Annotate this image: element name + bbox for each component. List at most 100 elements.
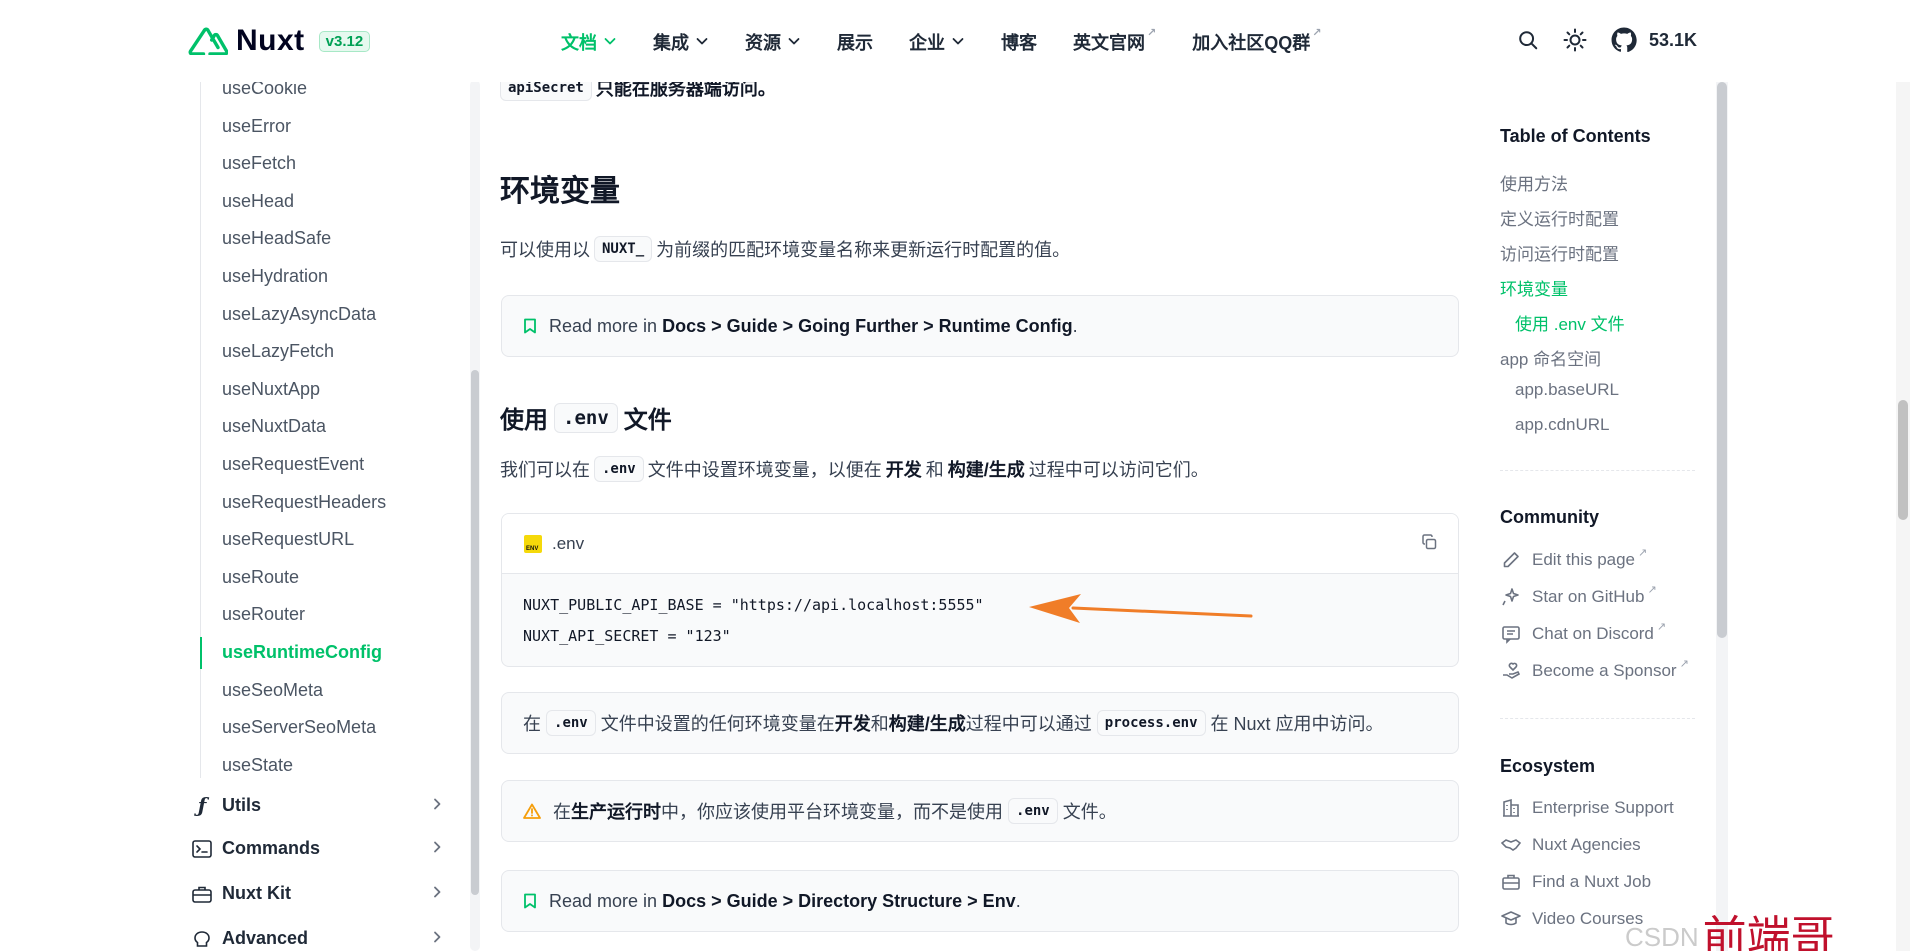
ecosystem-link-label: Enterprise Support [1532, 798, 1674, 817]
sidebar-group-nuxt-kit[interactable]: Nuxt Kit [192, 883, 444, 904]
para-text: 和 [870, 714, 889, 734]
toc-link[interactable]: 访问运行时配置 [1500, 240, 1619, 265]
nav-label: 英文官网 [1073, 33, 1145, 53]
sidebar-scrollbar-thumb[interactable] [471, 370, 479, 895]
nav-item[interactable]: 加入社区QQ群 ↗ [1192, 27, 1322, 55]
read-more-callout[interactable]: Read more in Docs > Guide > Directory St… [501, 870, 1459, 932]
sidebar-item-useruntimeconfig[interactable]: useRuntimeConfig [222, 642, 382, 663]
community-link[interactable]: Edit this page ↗ [1500, 547, 1647, 570]
annotation-arrow [1029, 594, 1253, 623]
read-more-link[interactable]: Docs > Guide > Going Further > Runtime C… [662, 316, 1073, 337]
function-icon: ƒ [197, 793, 207, 817]
version-badge[interactable]: v3.12 [318, 30, 371, 52]
community-link[interactable]: Star on GitHub ↗ [1500, 584, 1657, 607]
sidebar-item-usehydration[interactable]: useHydration [222, 266, 328, 287]
sidebar-group-advanced[interactable]: Advanced [192, 928, 444, 949]
github-icon[interactable] [1611, 27, 1637, 53]
handshake-icon [1500, 835, 1522, 855]
chevron-right-icon [430, 838, 444, 859]
sidebar-item-usestate[interactable]: useState [222, 755, 293, 776]
nav-item[interactable]: 集成 [653, 29, 709, 55]
nav-item[interactable]: 展示 [837, 29, 873, 55]
sidebar-group-commands[interactable]: Commands [192, 838, 444, 859]
sidebar-item-userequesturl[interactable]: useRequestURL [222, 529, 354, 550]
toc-link[interactable]: 使用 .env 文件 [1515, 310, 1625, 335]
nav-item[interactable]: 英文官网 ↗ [1073, 27, 1156, 55]
toc-link[interactable]: 定义运行时配置 [1500, 205, 1619, 230]
para-text: 我们可以在 [500, 460, 590, 480]
sidebar-item-useheadsafe[interactable]: useHeadSafe [222, 228, 331, 249]
sidebar-item-uselazyasyncdata[interactable]: useLazyAsyncData [222, 304, 376, 325]
sidebar-item-userequestevent[interactable]: useRequestEvent [222, 454, 364, 475]
env-file-icon: ENV [524, 534, 542, 553]
process-env-note: 在 .env 文件中设置的任何环境变量在 开发和构建/生成 过程中可以通过 proc… [501, 692, 1459, 754]
sidebar-item-userouter[interactable]: useRouter [222, 604, 305, 625]
external-link-icon: ↗ [1647, 584, 1657, 596]
env-paragraph: 可以使用以 NUXT_ 为前缀的匹配环境变量名称来更新运行时配置的值。 [500, 236, 1070, 262]
search-icon[interactable] [1517, 29, 1539, 51]
sidebar-item-useroute[interactable]: useRoute [222, 567, 299, 588]
inline-code: NUXT_ [594, 236, 653, 262]
inline-code: .env [546, 710, 596, 736]
nav-label: 企业 [909, 33, 945, 53]
ecosystem-link[interactable]: Enterprise Support [1500, 798, 1674, 818]
inline-code: .env [1008, 798, 1058, 824]
nav-label: 博客 [1001, 33, 1037, 53]
toc-link[interactable]: 环境变量 [1500, 275, 1568, 300]
community-link[interactable]: Become a Sponsor ↗ [1500, 658, 1689, 681]
bold-text: 生产运行时 [571, 802, 661, 822]
ecosystem-link[interactable]: Nuxt Agencies [1500, 835, 1641, 855]
community-link[interactable]: Chat on Discord ↗ [1500, 621, 1666, 644]
terminal-icon [192, 839, 212, 858]
sidebar-item-usenuxtdata[interactable]: useNuxtData [222, 416, 326, 437]
bookmark-icon [523, 893, 537, 909]
production-warning: 在生产运行时 中，你应该使用平台环境变量，而不是使用 .env 文件。 [501, 780, 1459, 842]
nav-item[interactable]: 资源 [745, 29, 801, 55]
read-more-link[interactable]: Docs > Guide > Directory Structure > Env [662, 891, 1016, 912]
active-indicator [200, 637, 202, 669]
sidebar-item-useserverseometa[interactable]: useServerSeoMeta [222, 717, 376, 738]
nuxt-logo[interactable]: Nuxt v3.12 [188, 24, 371, 58]
sidebar-item-useerror[interactable]: useError [222, 116, 291, 137]
ecosystem-link[interactable]: Video Courses [1500, 909, 1643, 929]
code-line: NUXT_API_SECRET = "123" [523, 627, 731, 645]
section-heading-dotenv[interactable]: 使用 .env 文件 [500, 400, 672, 435]
nav-item[interactable]: 企业 [909, 29, 965, 55]
toc-link[interactable]: app.baseURL [1515, 380, 1619, 400]
sidebar-item-uselazyfetch[interactable]: useLazyFetch [222, 341, 334, 362]
docs-sidebar: useCookie useError useFetch useHead useHeadS… [188, 78, 463, 951]
section-heading-env[interactable]: 环境变量 [500, 166, 620, 210]
sidebar-item-useseometa[interactable]: useSeoMeta [222, 680, 323, 701]
building-icon [1500, 798, 1522, 818]
read-more-prefix: Read more in [549, 890, 658, 911]
toc-link[interactable]: app.cdnURL [1515, 415, 1610, 435]
page-scrollbar-thumb[interactable] [1898, 400, 1908, 520]
sidebar-item-userequestheaders[interactable]: useRequestHeaders [222, 492, 386, 513]
heading-text: 使用 [500, 407, 548, 434]
toc-link[interactable]: app 命名空间 [1500, 345, 1601, 370]
chevron-right-icon [430, 883, 444, 904]
sidebar-group-utils[interactable]: ƒ Utils [192, 793, 444, 817]
sun-icon[interactable] [1563, 28, 1587, 52]
sidebar-item-usehead[interactable]: useHead [222, 191, 294, 212]
read-more-callout[interactable]: Read more in Docs > Guide > Going Furthe… [501, 295, 1459, 357]
sidebar-group-label: Commands [222, 838, 321, 858]
github-stars-count[interactable]: 53.1K [1649, 30, 1697, 51]
para-text: 为前缀的匹配环境变量名称来更新运行时配置的值。 [656, 240, 1071, 260]
external-link-icon: ↗ [1312, 27, 1322, 39]
sidebar-item-usefetch[interactable]: useFetch [222, 153, 296, 174]
community-link-label: Edit this page [1532, 550, 1636, 569]
ecosystem-link[interactable]: Find a Nuxt Job [1500, 872, 1651, 892]
community-link-label: Chat on Discord [1532, 624, 1654, 643]
toc-link[interactable]: 使用方法 [1500, 170, 1568, 195]
nav-item[interactable]: 文档 [561, 29, 617, 55]
para-text: 过程中可以通过 [965, 714, 1092, 734]
code-line: NUXT_PUBLIC_API_BASE = "https://api.loca… [523, 596, 984, 614]
chevron-down-icon [787, 32, 801, 53]
nav-label: 集成 [653, 33, 689, 53]
copy-icon[interactable] [1421, 534, 1438, 556]
para-text: 文件。 [1062, 802, 1117, 822]
toc-scrollbar-thumb[interactable] [1717, 82, 1727, 638]
sidebar-item-usenuxtapp[interactable]: useNuxtApp [222, 379, 320, 400]
nav-item[interactable]: 博客 [1001, 29, 1037, 55]
